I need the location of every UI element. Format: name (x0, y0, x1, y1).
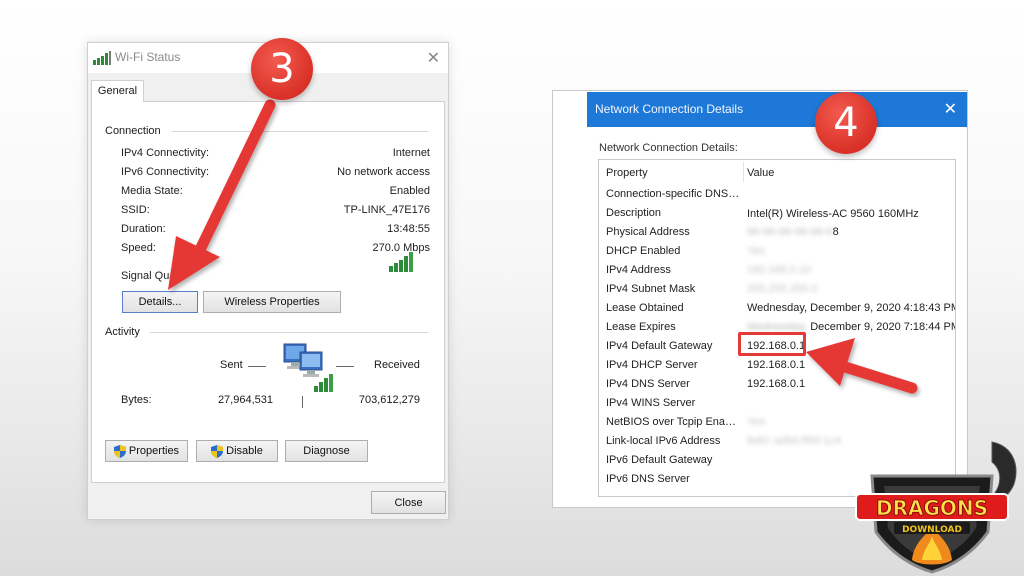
close-button[interactable]: Close (371, 491, 446, 514)
media-state-label: Media State: (121, 185, 183, 197)
blurred-value: Yes (747, 245, 765, 257)
network-computers-icon (283, 343, 333, 392)
details-button[interactable]: Details... (122, 291, 198, 313)
disable-button-label: Disable (226, 445, 263, 457)
ipv4-connectivity-value: Internet (392, 147, 430, 159)
step-3-badge: 3 (251, 38, 313, 100)
ipv6-connectivity-label: IPv6 Connectivity: (121, 166, 210, 178)
logo-text-sub: DOWNLOAD (902, 525, 962, 535)
list-item-property[interactable]: Physical Address (606, 226, 742, 238)
list-item-property[interactable]: Link-local IPv6 Address (606, 435, 742, 447)
list-item-property[interactable]: IPv4 WINS Server (606, 397, 742, 409)
bytes-received-value: 703,612,279 (358, 394, 420, 406)
general-tab-panel: Connection IPv4 Connectivity: Internet I… (91, 101, 445, 483)
received-label: Received (374, 359, 420, 371)
list-item-property[interactable]: IPv6 DNS Server (606, 473, 742, 485)
ipv6-connectivity-value: No network access (337, 166, 430, 178)
shield-icon (211, 444, 224, 458)
duration-label: Duration: (121, 223, 166, 235)
network-details-title: Network Connection Details (595, 102, 744, 116)
column-separator[interactable] (743, 162, 744, 182)
blurred-value: 255.255.255.0 (747, 283, 818, 295)
list-item-property[interactable]: IPv4 Default Gateway (606, 340, 742, 352)
list-item-property[interactable]: Connection-specific DNS S... (606, 188, 742, 200)
physical-address-suffix: 8 (832, 226, 839, 238)
shield-icon (113, 444, 126, 458)
list-item-value: Wednesday, December 9, 2020 4:18:43 PM (747, 302, 956, 314)
list-item-property[interactable]: Description (606, 207, 742, 219)
list-item-property[interactable]: NetBIOS over Tcpip Enabl... (606, 416, 742, 428)
duration-value: 13:48:55 (387, 223, 430, 235)
media-state-value: Enabled (389, 185, 430, 197)
wifi-signal-icon (93, 51, 111, 65)
dragons-download-logo: DRAGONS DOWNLOAD (855, 441, 1017, 574)
wifi-status-window: Wi-Fi Status ✕ General Connection IPv4 C… (87, 42, 449, 520)
ssid-label: SSID: (121, 204, 150, 216)
properties-button[interactable]: Properties (105, 440, 188, 462)
list-item-property[interactable]: DHCP Enabled (606, 245, 742, 257)
activity-group-label: Activity (105, 326, 144, 338)
bytes-divider (302, 396, 303, 408)
sent-label: Sent (220, 359, 243, 371)
network-details-header-label: Network Connection Details: (599, 142, 738, 154)
list-item-property[interactable]: Lease Expires (606, 321, 742, 333)
list-item-property[interactable]: IPv4 Subnet Mask (606, 283, 742, 295)
ssid-value: TP-LINK_47E176 (343, 204, 430, 216)
bytes-label: Bytes: (121, 394, 152, 406)
blurred-text: 00-00-00-00-00-0 (747, 226, 833, 238)
list-item-property[interactable]: IPv4 Address (606, 264, 742, 276)
list-item-value: 192.168.0.1 (747, 340, 806, 352)
list-item-property[interactable]: Lease Obtained (606, 302, 742, 314)
list-item-property[interactable]: IPv6 Default Gateway (606, 454, 742, 466)
step-4-badge: 4 (815, 92, 877, 154)
list-item-value: 192.168.0.1 (747, 359, 806, 371)
list-item-property[interactable]: IPv4 DHCP Server (606, 359, 742, 371)
activity-group-divider (150, 332, 428, 333)
signal-strength-icon (389, 252, 413, 272)
bytes-sent-value: 27,964,531 (217, 394, 273, 406)
connection-group-divider (172, 131, 428, 132)
list-item-value: 00-00-00-00-00-08 (747, 226, 839, 238)
list-item-value: Intel(R) Wireless-AC 9560 160MHz (747, 208, 919, 220)
list-item-property[interactable]: IPv4 DNS Server (606, 378, 742, 390)
signal-quality-label: Signal Qua (121, 270, 176, 282)
received-dash (336, 366, 354, 367)
column-header-value[interactable]: Value (747, 167, 774, 179)
diagnose-button[interactable]: Diagnose (285, 440, 368, 462)
properties-button-label: Properties (128, 445, 180, 457)
close-icon[interactable]: ✕ (427, 48, 440, 68)
wifi-status-title: Wi-Fi Status (115, 50, 181, 64)
tab-general[interactable]: General (91, 80, 144, 102)
speed-label: Speed: (121, 242, 156, 254)
blurred-value: 192.168.0.10 (747, 264, 812, 276)
disable-button[interactable]: Disable (196, 440, 278, 462)
blurred-value: fe80::a0b0:ff00:1c4 (747, 435, 841, 447)
lease-expires-value: December 9, 2020 7:18:44 PM (810, 321, 956, 333)
connection-group-label: Connection (105, 125, 165, 137)
list-item-value: Wednesday, December 9, 2020 7:18:44 PM (747, 321, 956, 333)
blurred-text: Wednesday, (747, 321, 811, 333)
list-item-value: 192.168.0.1 (747, 378, 806, 390)
ipv4-connectivity-label: IPv4 Connectivity: (121, 147, 210, 159)
column-header-property[interactable]: Property (606, 167, 648, 179)
blurred-value: Yes (747, 416, 765, 428)
network-details-titlebar[interactable]: Network Connection Details ✕ (587, 92, 967, 127)
close-icon[interactable]: ✕ (944, 99, 957, 119)
logo-text-main: DRAGONS (876, 496, 988, 520)
sent-dash (248, 366, 266, 367)
wireless-properties-button[interactable]: Wireless Properties (203, 291, 341, 313)
